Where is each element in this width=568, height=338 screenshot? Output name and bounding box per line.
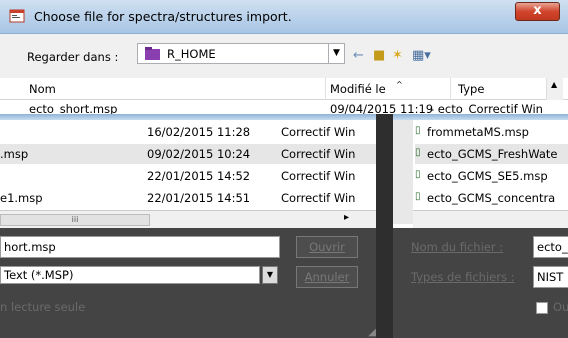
- readonly-label: Ou: [553, 300, 568, 314]
- file-type: Correctif Win: [281, 125, 356, 139]
- file-icon: ▯: [415, 125, 421, 136]
- scroll-up-icon[interactable]: ▲: [551, 80, 557, 89]
- table-row[interactable]: 16/02/2015 11:28 Correctif Win: [0, 122, 376, 142]
- file-name: ecto_GCMS_SE5.msp: [427, 169, 548, 183]
- horizontal-scrollbar[interactable]: [413, 210, 568, 228]
- table-row[interactable]: 22/01/2015 14:52 Correctif Win: [0, 166, 376, 186]
- new-folder-icon[interactable]: ✶: [392, 48, 403, 63]
- file-name: ecto_GCMS_concentra: [427, 191, 556, 205]
- file-name: ecto_GCMS_FreshWate: [427, 147, 558, 161]
- readonly-checkbox[interactable]: [536, 302, 548, 314]
- scroll-right-icon[interactable]: ▸: [344, 212, 349, 223]
- horizontal-scrollbar[interactable]: iii ▸: [0, 210, 376, 228]
- up-folder-icon[interactable]: ■: [373, 48, 385, 63]
- filetype-select[interactable]: NIST: [533, 266, 568, 288]
- file-name: .msp: [0, 147, 29, 161]
- file-type: Correctif Win: [281, 147, 356, 161]
- left-dialog-bottom: hort.msp Ouvrir Text (*.MSP) ▼ Annuler n…: [0, 228, 376, 338]
- list-item[interactable]: ▯ frommetaMS.msp: [415, 122, 568, 142]
- file-name: frommetaMS.msp: [427, 125, 529, 139]
- filename-input[interactable]: ecto_: [533, 236, 568, 258]
- table-row[interactable]: .msp 09/02/2015 10:24 Correctif Win: [0, 144, 376, 164]
- column-type[interactable]: Type: [458, 82, 484, 96]
- close-button[interactable]: x: [515, 2, 560, 21]
- right-dialog-fragment: ▯ frommetaMS.msp ▯ ecto_GCMS_FreshWate ▯…: [393, 114, 568, 338]
- app-icon: [9, 9, 25, 23]
- resize-grip-icon[interactable]: ◢: [368, 327, 376, 338]
- cancel-button[interactable]: Annuler: [296, 266, 358, 288]
- file-type: Correctif Win: [281, 169, 356, 183]
- file-date: 16/02/2015 11:28: [147, 125, 251, 139]
- column-name[interactable]: Nom: [29, 82, 56, 96]
- scroll-thumb[interactable]: iii: [0, 214, 150, 226]
- window-gap: [376, 114, 393, 338]
- window-title: Choose file for spectra/structures impor…: [34, 9, 292, 24]
- look-in-label: Regarder dans :: [27, 50, 119, 64]
- filetype-select[interactable]: Text (*.MSP): [0, 266, 260, 284]
- filename-input[interactable]: hort.msp: [0, 236, 280, 258]
- file-icon: ▯: [415, 147, 421, 158]
- back-icon[interactable]: ←: [353, 48, 364, 63]
- sort-chevron-icon: ^: [396, 80, 403, 89]
- list-item[interactable]: ▯ ecto_GCMS_SE5.msp: [415, 166, 568, 186]
- list-item[interactable]: ▯ ecto_GCMS_FreshWate: [415, 144, 568, 164]
- column-header: Nom Modifié le ^ Type: [0, 78, 568, 100]
- file-date: 22/01/2015 14:52: [147, 169, 251, 183]
- look-in-combo[interactable]: R_HOME ▼: [137, 43, 345, 64]
- file-icon: ▯: [415, 191, 421, 202]
- look-in-toolbar: Regarder dans : R_HOME ▼ ← ■ ✶ ▦▾: [0, 34, 568, 78]
- open-button[interactable]: Ouvrir: [296, 236, 358, 258]
- readonly-label: n lecture seule: [0, 300, 86, 314]
- look-in-value: R_HOME: [167, 47, 216, 61]
- chevron-down-icon[interactable]: ▼: [262, 266, 278, 284]
- folder-icon: [145, 47, 160, 60]
- file-date: 09/02/2015 10:24: [147, 147, 251, 161]
- view-menu-icon[interactable]: ▦▾: [412, 48, 431, 63]
- filename-label: Nom du fichier :: [411, 240, 504, 254]
- file-type: Correctif Win: [281, 191, 356, 205]
- file-date: 22/01/2015 14:51: [147, 191, 251, 205]
- title-bar: Choose file for spectra/structures impor…: [0, 0, 568, 34]
- filetype-label: Types de fichiers :: [411, 270, 515, 284]
- right-dialog-bottom: Nom du fichier : ecto_ Types de fichiers…: [393, 228, 568, 338]
- file-icon: ▯: [415, 169, 421, 180]
- column-modified[interactable]: Modifié le: [330, 82, 386, 96]
- left-dialog-fragment: 16/02/2015 11:28 Correctif Win .msp 09/0…: [0, 114, 376, 338]
- list-item[interactable]: ▯ ecto_GCMS_concentra: [415, 188, 568, 208]
- table-row[interactable]: e1.msp 22/01/2015 14:51 Correctif Win: [0, 188, 376, 208]
- file-name: e1.msp: [0, 191, 43, 205]
- chevron-down-icon[interactable]: ▼: [328, 44, 344, 63]
